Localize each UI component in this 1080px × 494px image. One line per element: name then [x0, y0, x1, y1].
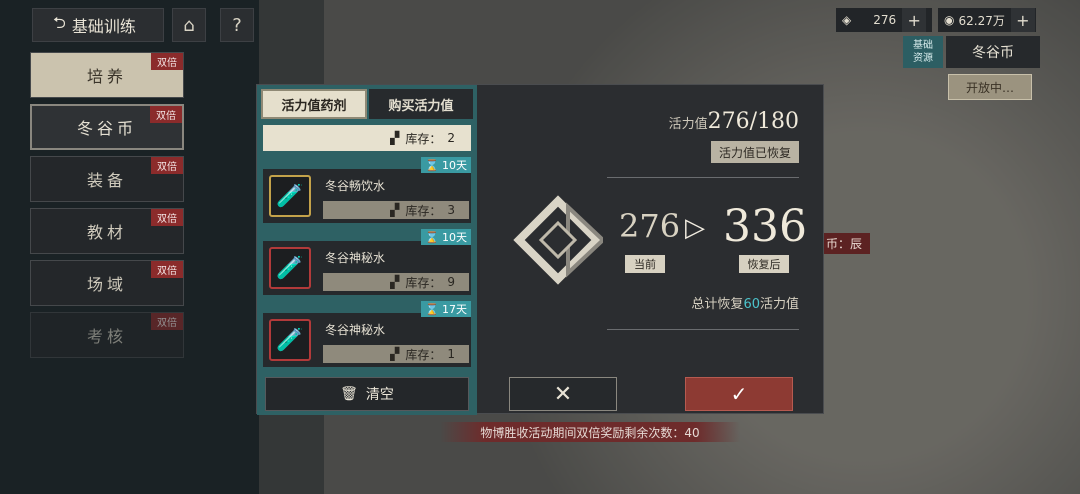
- hourglass-icon: ⌛: [425, 158, 439, 172]
- back-arrow-icon: ⮌: [53, 12, 66, 32]
- world-coin-tag: 币：辰: [818, 233, 871, 254]
- confirm-button[interactable]: ✓: [685, 377, 793, 411]
- vitality-summary: 活力值276/180: [668, 109, 799, 134]
- potion-icon: 🧪: [269, 175, 311, 217]
- hourglass-icon: ⌛: [425, 302, 439, 316]
- vitality-max: /180: [749, 109, 799, 134]
- stock-icon: ▞: [390, 275, 400, 289]
- back-button[interactable]: ⮌ 基础训练: [32, 8, 164, 42]
- double-badge: 双倍: [151, 53, 183, 70]
- item-name: 冬谷畅饮水: [325, 179, 386, 193]
- divider: [607, 329, 799, 330]
- list-item[interactable]: ▞ 库存： 2: [263, 125, 471, 151]
- current-vitality-value: 276: [619, 207, 681, 245]
- list-item[interactable]: ⌛ 10天 🧪 冬谷畅饮水 ▞ 库存： 3: [263, 157, 471, 223]
- coin-resource: ◉ 62.27万 +: [938, 8, 1036, 32]
- arrow-right-icon: ▷: [685, 213, 705, 243]
- potion-list[interactable]: ▞ 库存： 2 ⌛ 10天 🧪 冬谷畅饮水 ▞ 库存： 3 ⌛ 10天 🧪 冬谷神秘水 ▞ 库…: [263, 125, 471, 373]
- double-badge: 双倍: [150, 106, 182, 123]
- item-name: 冬谷神秘水: [325, 251, 386, 265]
- double-badge: 双倍: [151, 261, 183, 278]
- vitality-dialog: 活力值药剂 购买活力值 ▞ 库存： 2 ⌛ 10天 🧪 冬谷畅饮水 ▞ 库存： 3 ⌛ 10…: [256, 84, 825, 415]
- recovery-pane: 活力值276/180 活力值已恢复 276 ▷ 336 当前 恢复后 总计恢复6…: [477, 85, 825, 415]
- trash-icon: 🗑: [340, 386, 358, 402]
- check-icon: ✓: [730, 382, 748, 406]
- vitality-icon: ◈: [842, 13, 852, 27]
- stock-bar: ▞ 库存： 9: [323, 273, 469, 291]
- expiry-badge: ⌛ 10天: [421, 157, 471, 173]
- vitality-current: 276: [707, 109, 750, 134]
- sidebar-item-cultivate[interactable]: 培养 双倍: [30, 52, 184, 98]
- sidebar-item-material[interactable]: 教材 双倍: [30, 208, 184, 254]
- back-label: 基础训练: [71, 17, 136, 36]
- vitality-resource: ◈ 276 +: [836, 8, 932, 32]
- vitality-diamond-icon: [513, 195, 603, 285]
- item-name: 冬谷神秘水: [325, 323, 386, 337]
- expiry-badge: ⌛ 17天: [421, 301, 471, 317]
- sidebar-item-equipment[interactable]: 装备 双倍: [30, 156, 184, 202]
- sidebar: 培养 双倍 冬谷币 双倍 装备 双倍 教材 双倍 场域 双倍 考核 双倍: [30, 52, 184, 364]
- stock-bar: ▞ 库存： 2: [323, 129, 469, 147]
- after-vitality-value: 336: [723, 201, 807, 252]
- vitality-amount: 276: [873, 13, 897, 27]
- stock-bar: ▞ 库存： 3: [323, 201, 469, 219]
- potion-list-pane: 活力值药剂 购买活力值 ▞ 库存： 2 ⌛ 10天 🧪 冬谷畅饮水 ▞ 库存： 3 ⌛ 10…: [257, 85, 477, 415]
- potion-icon: 🧪: [269, 247, 311, 289]
- stock-icon: ▞: [390, 203, 400, 217]
- open-status-button[interactable]: 开放中…: [948, 74, 1032, 100]
- double-badge: 双倍: [151, 313, 183, 330]
- current-tag: 当前: [625, 255, 665, 273]
- coin-tab[interactable]: 冬谷币: [946, 36, 1040, 68]
- cancel-button[interactable]: ✕: [509, 377, 617, 411]
- close-icon: ✕: [553, 381, 573, 407]
- recovered-badge: 活力值已恢复: [710, 141, 799, 163]
- after-tag: 恢复后: [739, 255, 789, 273]
- add-coin-button[interactable]: +: [1010, 8, 1035, 32]
- home-button[interactable]: ⌂: [172, 8, 206, 42]
- add-vitality-button[interactable]: +: [902, 8, 927, 32]
- help-icon: ?: [232, 14, 242, 36]
- double-badge: 双倍: [151, 209, 183, 226]
- potion-icon: 🧪: [269, 319, 311, 361]
- total-recovery: 总计恢复60活力值: [691, 297, 799, 312]
- divider: [607, 177, 799, 178]
- double-reward-notice: 物博胜收活动期间双倍奖励剩余次数：40: [440, 422, 740, 442]
- tab-vitality-potion[interactable]: 活力值药剂: [261, 89, 367, 119]
- double-badge: 双倍: [151, 157, 183, 174]
- sidebar-item-exam[interactable]: 考核 双倍: [30, 312, 184, 358]
- stock-icon: ▞: [390, 347, 400, 361]
- help-button[interactable]: ?: [220, 8, 254, 42]
- tab-buy-vitality[interactable]: 购买活力值: [369, 89, 473, 119]
- coin-icon: ◉: [944, 13, 955, 27]
- list-item[interactable]: ⌛ 17天 🧪 冬谷神秘水 ▞ 库存： 1: [263, 301, 471, 367]
- list-item[interactable]: ⌛ 10天 🧪 冬谷神秘水 ▞ 库存： 9: [263, 229, 471, 295]
- stock-bar: ▞ 库存： 1: [323, 345, 469, 363]
- sidebar-item-field[interactable]: 场域 双倍: [30, 260, 184, 306]
- stock-icon: ▞: [390, 131, 400, 145]
- clear-button[interactable]: 🗑 清空: [265, 377, 469, 411]
- hourglass-icon: ⌛: [425, 230, 439, 244]
- expiry-badge: ⌛ 10天: [421, 229, 471, 245]
- basic-resource-tab[interactable]: 基础 资源: [903, 36, 943, 68]
- total-amount: 60: [743, 297, 760, 312]
- sidebar-item-coin[interactable]: 冬谷币 双倍: [30, 104, 184, 150]
- coin-amount: 62.27万: [958, 13, 1005, 28]
- home-icon: ⌂: [183, 14, 195, 36]
